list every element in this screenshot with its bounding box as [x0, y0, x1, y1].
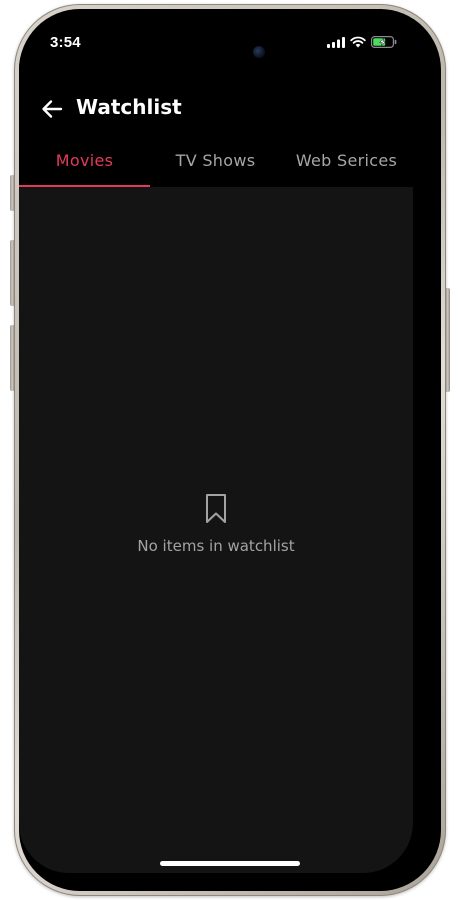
screen: 3:54 Watchlist Movies TV Shows Web Seric…	[19, 19, 413, 873]
empty-state-message: No items in watchlist	[137, 537, 295, 555]
app-header: Watchlist	[19, 89, 413, 129]
front-camera	[253, 46, 265, 58]
tab-tv-shows[interactable]: TV Shows	[150, 146, 281, 187]
empty-state: No items in watchlist	[19, 493, 413, 555]
tab-movies[interactable]: Movies	[19, 146, 150, 187]
status-icons	[327, 36, 397, 48]
back-button[interactable]	[39, 97, 65, 121]
bookmark-icon	[206, 494, 226, 523]
tab-web-series[interactable]: Web Serices	[281, 146, 412, 187]
wifi-icon	[350, 36, 366, 48]
battery-charging-icon	[371, 36, 397, 48]
cellular-signal-icon	[327, 36, 345, 48]
status-time: 3:54	[50, 34, 81, 51]
page-title: Watchlist	[76, 95, 182, 119]
arrow-left-icon	[42, 100, 63, 118]
watchlist-tabs: Movies TV Shows Web Serices	[19, 146, 413, 187]
watchlist-content: No items in watchlist	[19, 187, 413, 873]
home-indicator[interactable]	[160, 861, 300, 866]
